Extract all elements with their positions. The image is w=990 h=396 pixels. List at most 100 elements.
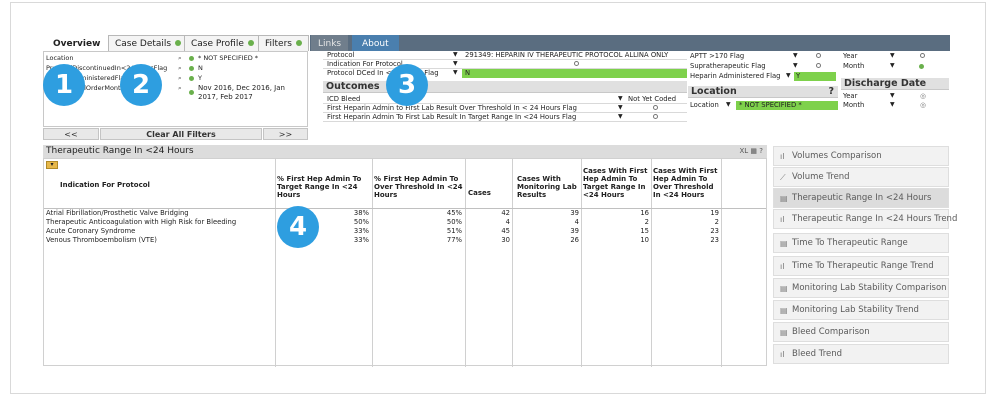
filter-year[interactable]: Year ▼ [843, 52, 948, 61]
dropdown-arrow-icon[interactable]: ▼ [618, 104, 623, 111]
table-icon: ▤ [780, 194, 788, 203]
tab-filters[interactable]: Filters [258, 35, 309, 51]
column-header[interactable]: % First Hep Admin To Target Range In <24… [277, 175, 371, 199]
cell-value: 50% [446, 218, 462, 226]
tab-links[interactable]: Links [311, 35, 349, 51]
chart-button-therapeutic-range-trend[interactable]: ıl Therapeutic Range In <24 Hours Trend [773, 209, 957, 229]
filter-label: ICD Bleed [327, 95, 361, 103]
table-row[interactable]: Therapeutic Anticoagulation with High Ri… [44, 218, 766, 227]
table-row[interactable]: Venous Thromboembolism (VTE) 33% 77% 30 … [44, 236, 766, 245]
tab-case-details[interactable]: Case Details [108, 35, 189, 51]
search-icon[interactable]: ⌕ [178, 74, 182, 83]
discharge-date-header: Discharge Date [841, 78, 949, 90]
dropdown-arrow-icon[interactable]: ▼ [793, 52, 798, 59]
dropdown-arrow-icon[interactable]: ▼ [786, 72, 791, 79]
filter-month[interactable]: Month ▼ [843, 62, 948, 71]
filter-value: N [462, 69, 687, 78]
table-icon: ▤ [780, 284, 788, 293]
chart-button-time-to-therapeutic-range[interactable]: ▤ Time To Therapeutic Range [773, 233, 949, 253]
cell-value: 39 [570, 227, 579, 235]
green-dot-icon [189, 90, 194, 95]
chart-button-time-to-therapeutic-range-trend[interactable]: ıl Time To Therapeutic Range Trend [773, 256, 949, 276]
green-dot-icon [247, 40, 254, 46]
filter-over-threshold[interactable]: First Heparin Admin to First Lab Result … [323, 104, 687, 113]
cell-value: 45% [446, 209, 462, 217]
dropdown-arrow-icon[interactable]: ▼ [890, 101, 895, 108]
search-icon[interactable]: ⌕ [178, 84, 182, 93]
dropdown-arrow-icon[interactable]: ▼ [793, 62, 798, 69]
outcomes-header: Outcomes [323, 81, 687, 93]
dropdown-arrow-icon[interactable]: ▼ [726, 101, 731, 108]
empty-filter-indicator [816, 62, 821, 70]
cell-indication: Therapeutic Anticoagulation with High Ri… [46, 218, 237, 226]
dropdown-arrow-icon[interactable]: ▼ [890, 52, 895, 59]
empty-filter-indicator [920, 52, 925, 60]
filter-discharge-year[interactable]: Year ▼ ◎ [843, 92, 948, 101]
export-icons[interactable]: XL ▦ ? [740, 145, 763, 158]
dropdown-arrow-icon[interactable]: ▼ [618, 113, 623, 120]
table-row[interactable]: Atrial Fibrillation/Prosthetic Valve Bri… [44, 209, 766, 218]
next-button[interactable]: >> [263, 128, 308, 140]
tab-overview[interactable]: Overview [46, 35, 108, 51]
column-header[interactable]: Cases With First Hep Admin To Over Thres… [653, 167, 721, 199]
help-icon[interactable]: ? [828, 86, 834, 98]
filter-indication[interactable]: Indication For Protocol ▼ [323, 60, 687, 69]
chart-button-label: Time To Therapeutic Range [792, 238, 908, 248]
filter-protocol[interactable]: Protocol ▼ 291349: HEPARIN IV THERAPEUTI… [323, 51, 687, 60]
cell-value: 30 [501, 236, 510, 244]
prev-button[interactable]: << [43, 128, 99, 140]
table-icon: ▤ [780, 306, 788, 315]
green-dot-icon [295, 40, 302, 46]
cell-value: 4 [574, 218, 579, 226]
tab-about[interactable]: About [352, 35, 399, 51]
chart-button-therapeutic-range[interactable]: ▤ Therapeutic Range In <24 Hours [773, 188, 949, 208]
filter-aptt[interactable]: APTT >170 Flag ▼ [690, 52, 836, 61]
dropdown-arrow-icon[interactable]: ▼ [453, 69, 458, 76]
search-icon[interactable]: ⌕ [178, 54, 182, 63]
cell-value: 51% [446, 227, 462, 235]
column-header[interactable]: Indication For Protocol [60, 181, 270, 189]
filter-protocol-dced[interactable]: Protocol DCed In <24 Hours Flag ▼ N [323, 69, 687, 78]
clear-all-filters-button[interactable]: Clear All Filters [100, 128, 262, 140]
chart-title-bar: Therapeutic Range In <24 Hours XL ▦ ? [43, 145, 767, 158]
callout-3: 3 [386, 64, 428, 106]
column-header[interactable]: Cases With First Hep Admin To Target Ran… [583, 167, 651, 199]
filter-discharge-month[interactable]: Month ▼ ◎ [843, 101, 948, 110]
dropdown-arrow-icon[interactable]: ▼ [453, 51, 458, 58]
callout-1: 1 [43, 64, 85, 106]
table-row[interactable]: Acute Coronary Syndrome 33% 51% 45 39 15… [44, 227, 766, 236]
empty-filter-indicator [462, 60, 687, 69]
filter-value: * NOT SPECIFIED * [736, 101, 838, 110]
chart-button-volume-trend[interactable]: ⟋ Volume Trend [773, 167, 949, 187]
green-dot-icon [189, 76, 194, 81]
filter-location[interactable]: Location ▼ * NOT SPECIFIED * [690, 101, 838, 110]
chart-button-label: Bleed Trend [792, 349, 843, 359]
filter-supratherapeutic[interactable]: Supratherapeutic Flag ▼ [690, 62, 836, 71]
filter-icd-bleed[interactable]: ICD Bleed ▼ Not Yet Coded [323, 95, 687, 104]
tab-label: Case Details [115, 39, 172, 49]
column-header[interactable]: Cases [468, 189, 510, 197]
chart-button-monitoring-lab-stability-comparison[interactable]: ▤ Monitoring Lab Stability Comparison [773, 278, 949, 298]
filter-value: 291349: HEPARIN IV THERAPEUTIC PROTOCOL … [465, 51, 669, 59]
chart-button-label: Volumes Comparison [792, 151, 882, 161]
status-indicator-icon: ◎ [920, 101, 926, 109]
filter-value: Not Yet Coded [628, 95, 677, 103]
chart-button-bleed-comparison[interactable]: ▤ Bleed Comparison [773, 322, 949, 342]
cell-value: 2 [714, 218, 719, 226]
dropdown-arrow-icon[interactable]: ▼ [618, 95, 623, 102]
dropdown-arrow-icon[interactable]: ▼ [890, 92, 895, 99]
empty-filter-indicator [653, 104, 658, 112]
chart-button-label: Therapeutic Range In <24 Hours [792, 193, 932, 203]
search-icon[interactable]: ⌕ [178, 64, 182, 73]
dropdown-arrow-icon[interactable]: ▼ [453, 60, 458, 67]
tab-case-profile[interactable]: Case Profile [184, 35, 261, 51]
chart-button-bleed-trend[interactable]: ıl Bleed Trend [773, 344, 949, 364]
dropdown-arrow-icon[interactable]: ▼ [890, 62, 895, 69]
filter-target-range[interactable]: First Heparin Admin To First Lab Result … [323, 113, 687, 122]
chart-button-volumes-comparison[interactable]: ıl Volumes Comparison [773, 146, 949, 166]
fastchange-icon[interactable]: ▾ [46, 161, 58, 169]
filter-heparin-administered[interactable]: Heparin Administered Flag ▼ Y [690, 72, 836, 81]
column-header[interactable]: % First Hep Admin To Over Threshold In <… [374, 175, 464, 199]
column-header[interactable]: Cases With Monitoring Lab Results [517, 175, 579, 199]
chart-button-monitoring-lab-stability-trend[interactable]: ▤ Monitoring Lab Stability Trend [773, 300, 949, 320]
